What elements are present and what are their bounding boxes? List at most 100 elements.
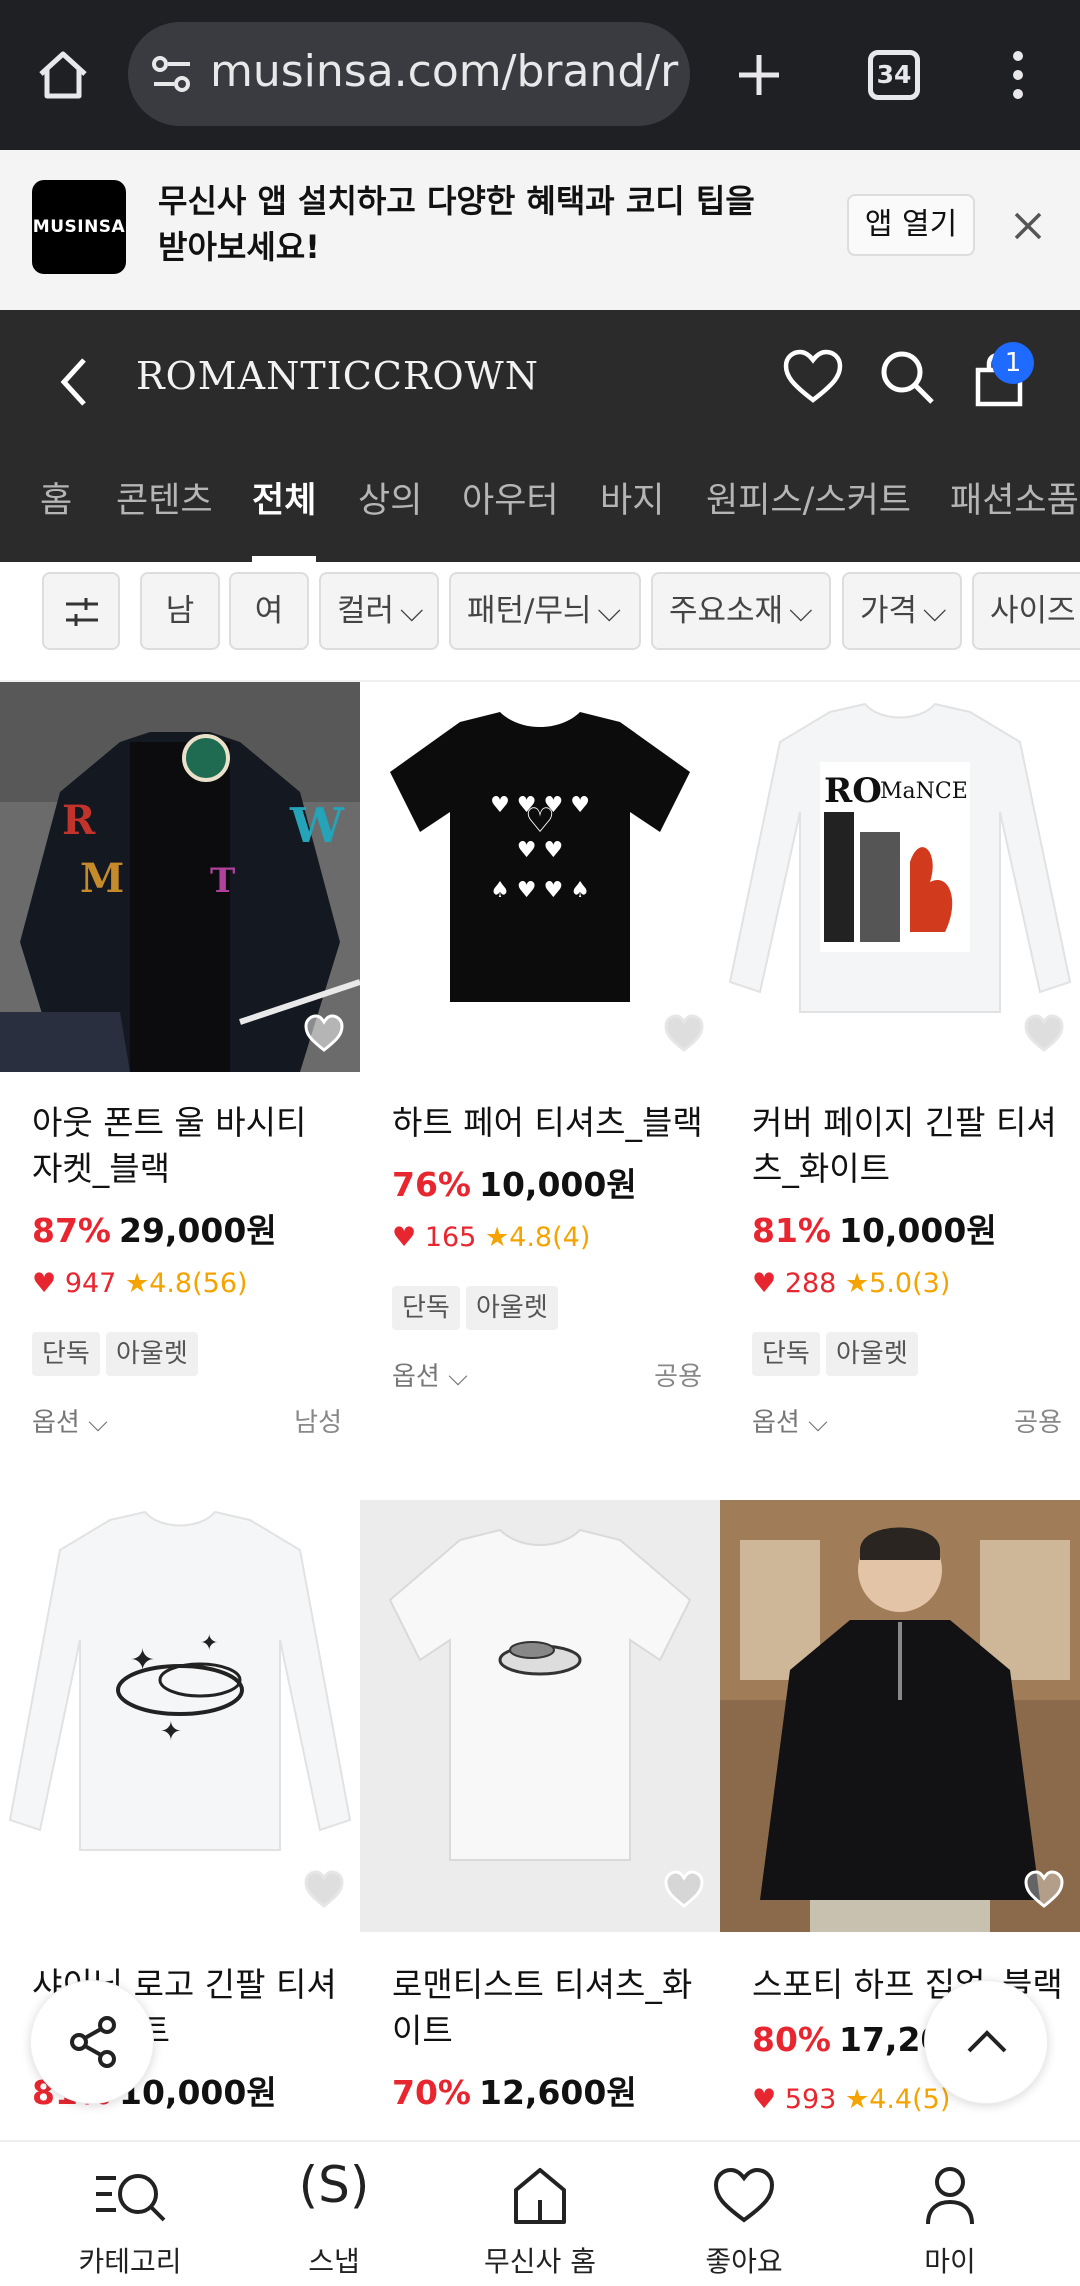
svg-text:♥ ♥ ♥ ♥: ♥ ♥ ♥ ♥ bbox=[490, 793, 590, 818]
like-count: 593 bbox=[784, 2084, 837, 2115]
brand-logo: ROMANTICCROWN bbox=[136, 354, 539, 398]
tag-outlet: 아울렛 bbox=[826, 1332, 918, 1376]
product-name[interactable]: 아웃 폰트 울 바시티 자켓_블랙 bbox=[32, 1100, 344, 1192]
product-name[interactable]: 로맨티스트 티셔츠_화이트 bbox=[392, 1962, 704, 2054]
nav-label: 카테고리 bbox=[78, 2245, 182, 2278]
filter-men-chip[interactable]: 남 bbox=[140, 572, 220, 650]
product-name[interactable]: 하트 페어 티셔츠_블랙 bbox=[392, 1100, 704, 1146]
filter-material-chip[interactable]: 주요소재 ⌵ bbox=[651, 572, 831, 650]
rating: 4.4(5) bbox=[869, 2084, 951, 2115]
tag-exclusive: 단독 bbox=[752, 1332, 820, 1376]
tab-home[interactable]: 홈 bbox=[40, 472, 72, 523]
new-tab-icon[interactable] bbox=[736, 52, 782, 98]
option-toggle[interactable]: 옵션 ⌵ bbox=[752, 1402, 828, 1439]
tag-exclusive: 단독 bbox=[392, 1286, 460, 1330]
svg-text:T: T bbox=[210, 861, 235, 901]
like-heart-icon[interactable] bbox=[1022, 1868, 1066, 1912]
filter-size-chip[interactable]: 사이즈 bbox=[972, 572, 1080, 650]
site-settings-icon[interactable] bbox=[152, 54, 192, 94]
svg-text:✦: ✦ bbox=[200, 1631, 218, 1656]
nav-my[interactable]: 마이 bbox=[860, 2142, 1040, 2286]
person-icon bbox=[926, 2167, 974, 2225]
price-row: 70% 12,600원 bbox=[392, 2066, 637, 2114]
option-toggle[interactable]: 옵션 ⌵ bbox=[32, 1402, 108, 1439]
banner-message-line2: 받아보세요! bbox=[158, 228, 320, 266]
share-button[interactable] bbox=[30, 1980, 154, 2104]
price-row: 76% 10,000원 bbox=[392, 1158, 637, 1206]
home-icon[interactable] bbox=[36, 50, 90, 100]
svg-text:R: R bbox=[62, 797, 96, 844]
nav-likes[interactable]: 좋아요 bbox=[654, 2142, 834, 2286]
cart-count-badge: 1 bbox=[992, 342, 1034, 384]
brand-header: ROMANTICCROWN 1 홈 콘텐츠 전체 상의 아우터 바지 원피스/스… bbox=[0, 310, 1080, 562]
discount-rate: 87% bbox=[32, 1211, 111, 1250]
like-heart-icon[interactable] bbox=[302, 1868, 346, 1912]
filter-sliders-icon bbox=[66, 598, 98, 626]
back-icon[interactable] bbox=[58, 356, 90, 408]
svg-text:♥ ♥: ♥ ♥ bbox=[517, 838, 563, 863]
url-bar[interactable]: musinsa.com/brand/r bbox=[128, 22, 690, 126]
filter-price-chip[interactable]: 가격 ⌵ bbox=[842, 572, 962, 650]
like-count: 165 bbox=[424, 1222, 477, 1253]
filter-pattern-label: 패턴/무늬 bbox=[467, 593, 592, 629]
tab-tops[interactable]: 상의 bbox=[358, 472, 422, 523]
product-stats: ♥ 947 ★4.8(56) bbox=[32, 1268, 248, 1299]
tab-accessories[interactable]: 패션소품 bbox=[950, 472, 1079, 523]
tab-pants[interactable]: 바지 bbox=[600, 472, 664, 523]
chevron-down-icon: ⌵ bbox=[400, 593, 424, 629]
like-heart-icon[interactable] bbox=[662, 1868, 706, 1912]
svg-text:W: W bbox=[289, 798, 345, 854]
open-app-button[interactable]: 앱 열기 bbox=[847, 194, 975, 256]
option-label: 옵션 bbox=[32, 1408, 80, 1438]
search-icon[interactable] bbox=[878, 348, 936, 406]
product-image[interactable]: ✦ ✦ ✦ bbox=[0, 1500, 360, 1890]
filter-pattern-chip[interactable]: 패턴/무늬 ⌵ bbox=[449, 572, 641, 650]
tab-dress-skirt[interactable]: 원피스/스커트 bbox=[706, 472, 911, 523]
product-card[interactable]: R M W T 아웃 폰트 울 바시티 자켓_블랙 87% 29,000원 ♥ 9… bbox=[0, 682, 360, 1438]
like-count-heart-icon: ♥ bbox=[752, 2084, 777, 2115]
filter-women-chip[interactable]: 여 bbox=[229, 572, 309, 650]
heart-icon[interactable] bbox=[782, 348, 844, 406]
close-icon[interactable] bbox=[1012, 210, 1044, 242]
more-menu-icon[interactable] bbox=[1004, 50, 1032, 100]
product-name[interactable]: 커버 페이지 긴팔 티셔츠_화이트 bbox=[752, 1100, 1064, 1192]
like-count-heart-icon: ♥ bbox=[392, 1222, 417, 1253]
rating: 4.8(4) bbox=[509, 1222, 591, 1253]
product-card[interactable]: RO MaNCE 커버 페이지 긴팔 티셔츠_화이트 81% 10,000원 ♥ … bbox=[720, 682, 1080, 1438]
star-icon: ★ bbox=[124, 1268, 150, 1299]
tab-switcher-icon[interactable]: 34 bbox=[868, 50, 920, 100]
scroll-to-top-button[interactable] bbox=[924, 1980, 1048, 2104]
tab-contents[interactable]: 콘텐츠 bbox=[116, 472, 213, 523]
gender-label: 공용 bbox=[1014, 1408, 1062, 1438]
snap-icon: (S) bbox=[298, 2156, 370, 2214]
tab-outer[interactable]: 아우터 bbox=[462, 472, 559, 523]
product-card[interactable]: ♡ ♥ ♥ ♥ ♥ ♥ ♥ ♠ ♥ ♥ ♠ 하트 페어 티셔츠_블랙 76% 10… bbox=[360, 682, 720, 1412]
nav-musinsa-home[interactable]: 무신사 홈 bbox=[450, 2142, 630, 2286]
chevron-down-icon: ⌵ bbox=[789, 593, 813, 629]
discount-rate: 70% bbox=[392, 2073, 471, 2112]
like-count-heart-icon: ♥ bbox=[752, 1268, 777, 1299]
filter-color-chip[interactable]: 컬러 ⌵ bbox=[319, 572, 439, 650]
category-search-icon bbox=[96, 2174, 166, 2222]
tag-exclusive: 단독 bbox=[32, 1332, 100, 1376]
nav-category[interactable]: 카테고리 bbox=[40, 2142, 220, 2286]
tab-all[interactable]: 전체 bbox=[252, 472, 316, 523]
url-text[interactable]: musinsa.com/brand/r bbox=[210, 46, 680, 97]
chevron-down-icon: ⌵ bbox=[808, 1408, 828, 1438]
nav-label: 좋아요 bbox=[705, 2245, 783, 2278]
svg-text:✦: ✦ bbox=[160, 1717, 182, 1747]
nav-snap[interactable]: (S) 스냅 bbox=[244, 2142, 424, 2286]
filter-size-label: 사이즈 bbox=[990, 593, 1076, 629]
rating: 4.8(56) bbox=[149, 1268, 248, 1299]
filter-color-label: 컬러 bbox=[337, 593, 395, 629]
like-heart-icon[interactable] bbox=[1022, 1012, 1066, 1056]
shining-logo-longsleeve-photo: ✦ ✦ ✦ bbox=[8, 1510, 352, 1851]
product-stats: ♥ 165 ★4.8(4) bbox=[392, 1222, 590, 1253]
like-heart-icon[interactable] bbox=[302, 1012, 346, 1056]
option-toggle[interactable]: 옵션 ⌵ bbox=[392, 1356, 468, 1393]
product-card[interactable]: 로맨티스트 티셔츠_화이트 70% 12,600원 bbox=[360, 1500, 720, 2140]
filter-settings-button[interactable] bbox=[42, 572, 120, 650]
filter-bar: 남 여 컬러 ⌵ 패턴/무늬 ⌵ 주요소재 ⌵ 가격 ⌵ 사이즈 bbox=[0, 562, 1080, 682]
like-heart-icon[interactable] bbox=[662, 1012, 706, 1056]
product-price: 10,000원 bbox=[839, 1211, 997, 1250]
